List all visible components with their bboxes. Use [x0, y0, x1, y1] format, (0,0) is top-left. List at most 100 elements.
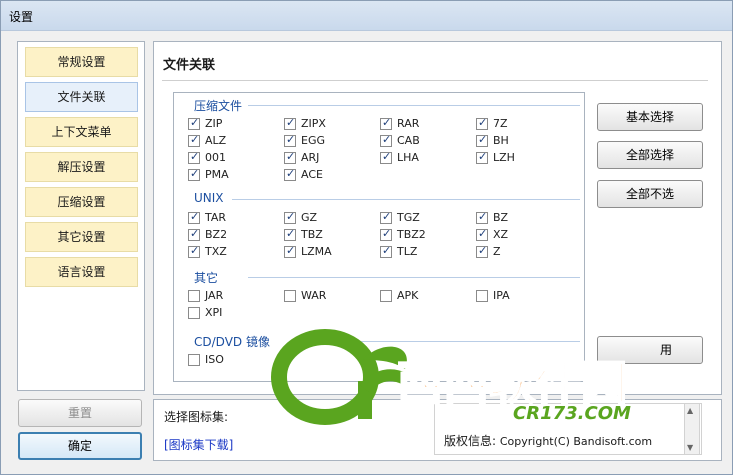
checkbox-checked-icon[interactable]: [380, 227, 392, 241]
settings-window: 设置 常规设置 文件关联 上下文菜单 解压设置 压缩设置 其它设置 语言设置 重…: [0, 0, 733, 475]
checkbox-checked-icon[interactable]: [476, 227, 488, 241]
checkbox-checked-icon[interactable]: [476, 116, 488, 130]
basic-select-button[interactable]: 基本选择: [597, 103, 703, 131]
extension-checkbox[interactable]: BH: [476, 133, 509, 147]
sidebar-item-other[interactable]: 其它设置: [25, 222, 138, 252]
extension-checkbox[interactable]: XZ: [476, 227, 508, 241]
extension-label: BZ: [493, 211, 509, 224]
extension-checkbox[interactable]: 001: [188, 150, 226, 164]
ok-button[interactable]: 确定: [18, 432, 142, 460]
extension-checkbox[interactable]: TBZ: [284, 227, 323, 241]
checkbox-checked-icon[interactable]: [188, 210, 200, 224]
select-none-button[interactable]: 全部不选: [597, 180, 703, 208]
extension-checkbox[interactable]: TBZ2: [380, 227, 426, 241]
copyright-label: 版权信息:: [444, 434, 497, 448]
scroll-down-icon[interactable]: ▼: [687, 443, 693, 452]
extension-checkbox[interactable]: LHA: [380, 150, 419, 164]
checkbox-checked-icon[interactable]: [284, 116, 296, 130]
extension-label: LZH: [493, 151, 515, 164]
extension-checkbox[interactable]: ACE: [284, 167, 323, 181]
extension-checkbox[interactable]: TLZ: [380, 244, 417, 258]
sidebar-item-file-association[interactable]: 文件关联: [25, 82, 138, 112]
extension-label: LHA: [397, 151, 419, 164]
extension-checkbox[interactable]: LZMA: [284, 244, 332, 258]
extension-checkbox[interactable]: APK: [380, 289, 418, 302]
extension-label: TXZ: [205, 245, 227, 258]
sidebar: 常规设置 文件关联 上下文菜单 解压设置 压缩设置 其它设置 语言设置: [17, 41, 145, 391]
extension-checkbox[interactable]: BZ2: [188, 227, 227, 241]
extension-checkbox[interactable]: ZIP: [188, 116, 222, 130]
checkbox-checked-icon[interactable]: [380, 210, 392, 224]
extension-checkbox[interactable]: TGZ: [380, 210, 420, 224]
checkbox-checked-icon[interactable]: [476, 133, 488, 147]
sidebar-item-context-menu[interactable]: 上下文菜单: [25, 117, 138, 147]
checkbox-checked-icon[interactable]: [476, 150, 488, 164]
checkbox-checked-icon[interactable]: [476, 244, 488, 258]
checkbox-checked-icon[interactable]: [284, 150, 296, 164]
select-all-button[interactable]: 全部选择: [597, 141, 703, 169]
group-divider: [248, 105, 580, 106]
extension-label: ACE: [301, 168, 323, 181]
checkbox-unchecked-icon[interactable]: [188, 289, 200, 302]
checkbox-checked-icon[interactable]: [380, 244, 392, 258]
extension-checkbox[interactable]: GZ: [284, 210, 317, 224]
scroll-up-icon[interactable]: ▲: [687, 406, 693, 415]
sidebar-item-general[interactable]: 常规设置: [25, 47, 138, 77]
extension-checkbox[interactable]: PMA: [188, 167, 229, 181]
checkbox-unchecked-icon[interactable]: [188, 306, 200, 319]
icon-set-scrollbar[interactable]: ▲ ▼: [684, 403, 700, 455]
extension-label: ISO: [205, 353, 224, 366]
checkbox-checked-icon[interactable]: [284, 227, 296, 241]
extension-label: ZIPX: [301, 117, 326, 130]
extension-checkbox[interactable]: ARJ: [284, 150, 320, 164]
extension-checkbox[interactable]: JAR: [188, 289, 223, 302]
extension-checkbox[interactable]: XPI: [188, 306, 222, 319]
sidebar-item-compress[interactable]: 压缩设置: [25, 187, 138, 217]
group-divider: [232, 199, 580, 200]
group-label: UNIX: [194, 191, 224, 205]
checkbox-unchecked-icon[interactable]: [380, 289, 392, 302]
checkbox-checked-icon[interactable]: [380, 150, 392, 164]
extension-label: ARJ: [301, 151, 320, 164]
sidebar-item-language[interactable]: 语言设置: [25, 257, 138, 287]
extension-checkbox[interactable]: CAB: [380, 133, 420, 147]
apply-button[interactable]: 用: [597, 336, 703, 364]
checkbox-checked-icon[interactable]: [380, 116, 392, 130]
icon-set-download-link[interactable]: [图标集下载]: [164, 436, 233, 453]
checkbox-checked-icon[interactable]: [188, 116, 200, 130]
checkbox-unchecked-icon[interactable]: [476, 289, 488, 302]
extension-checkbox[interactable]: EGG: [284, 133, 325, 147]
extension-checkbox[interactable]: 7Z: [476, 116, 508, 130]
checkbox-checked-icon[interactable]: [188, 227, 200, 241]
extension-checkbox[interactable]: BZ: [476, 210, 509, 224]
checkbox-unchecked-icon[interactable]: [188, 353, 200, 366]
extension-checkbox[interactable]: TAR: [188, 210, 227, 224]
checkbox-unchecked-icon[interactable]: [284, 289, 296, 302]
file-association-panel: 文件关联 压缩文件 ZIP ZIPX RAR 7Z ALZ EGG CAB BH 001 ARJ LH…: [153, 41, 722, 395]
checkbox-checked-icon[interactable]: [284, 167, 296, 181]
extension-checkbox[interactable]: RAR: [380, 116, 420, 130]
extension-label: RAR: [397, 117, 420, 130]
checkbox-checked-icon[interactable]: [284, 210, 296, 224]
reset-button[interactable]: 重置: [18, 399, 142, 427]
checkbox-checked-icon[interactable]: [188, 167, 200, 181]
extension-checkbox[interactable]: ALZ: [188, 133, 226, 147]
checkbox-checked-icon[interactable]: [476, 210, 488, 224]
extension-checkbox[interactable]: LZH: [476, 150, 515, 164]
extension-label: TAR: [205, 211, 227, 224]
checkbox-checked-icon[interactable]: [380, 133, 392, 147]
extension-checkbox[interactable]: ISO: [188, 353, 224, 366]
extension-checkbox[interactable]: Z: [476, 244, 501, 258]
title-bar[interactable]: 设置: [1, 1, 732, 31]
checkbox-checked-icon[interactable]: [284, 133, 296, 147]
extension-checkbox[interactable]: TXZ: [188, 244, 227, 258]
checkbox-checked-icon[interactable]: [188, 244, 200, 258]
checkbox-checked-icon[interactable]: [188, 133, 200, 147]
checkbox-checked-icon[interactable]: [284, 244, 296, 258]
extension-checkbox[interactable]: WAR: [284, 289, 326, 302]
checkbox-checked-icon[interactable]: [188, 150, 200, 164]
extension-checkbox[interactable]: ZIPX: [284, 116, 326, 130]
extension-checkbox[interactable]: IPA: [476, 289, 510, 302]
sidebar-item-extract[interactable]: 解压设置: [25, 152, 138, 182]
copyright-info: 版权信息: Copyright(C) Bandisoft.com: [444, 432, 652, 449]
